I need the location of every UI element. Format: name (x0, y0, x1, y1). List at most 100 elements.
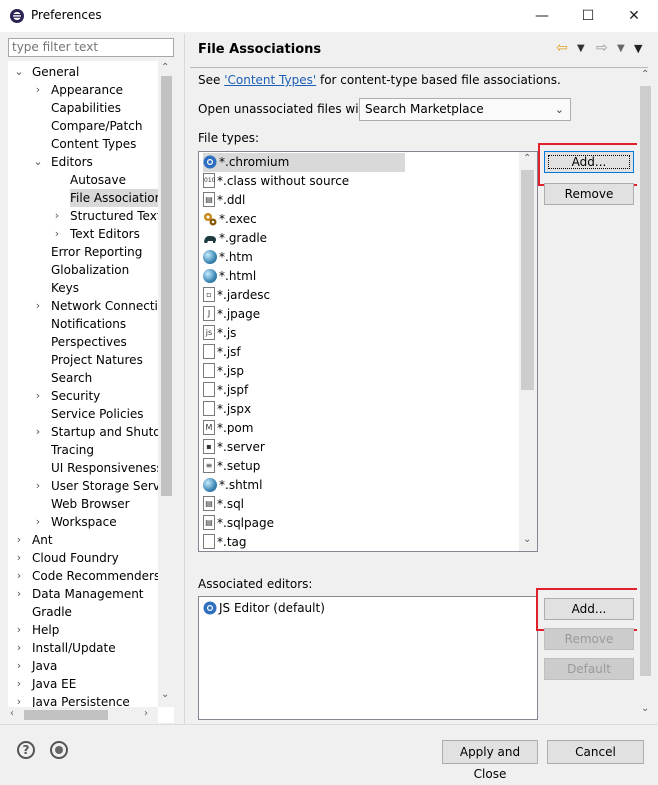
tree-item[interactable]: Gradle (32, 603, 76, 621)
expand-chevron-right-icon[interactable]: › (14, 585, 24, 603)
tree-item[interactable]: Perspectives (51, 333, 131, 351)
tree-item[interactable]: Ant (32, 531, 57, 549)
file-type-row[interactable]: M *.pom (203, 419, 253, 438)
tree-item[interactable]: Security (51, 387, 104, 405)
file-type-row[interactable]: ≡ *.setup (203, 457, 260, 476)
tree-item[interactable]: Project Natures (51, 351, 147, 369)
tree-item[interactable]: Java EE (32, 675, 80, 693)
tree-horizontal-scroll-thumb[interactable] (24, 710, 108, 720)
preferences-tree[interactable]: ⌄ General › Appearance Capabilities Compare/P… (8, 61, 174, 723)
scroll-right-arrow-icon[interactable]: › (144, 708, 148, 719)
file-type-row[interactable]: *.chromium (203, 153, 405, 172)
expand-chevron-right-icon[interactable]: › (33, 423, 43, 441)
forward-arrow-icon[interactable]: ⇨ (596, 40, 608, 56)
expand-chevron-down-icon[interactable]: ⌄ (33, 153, 43, 171)
tree-item[interactable]: Editors (51, 153, 97, 171)
tree-vertical-scroll-thumb[interactable] (161, 76, 172, 496)
minimize-button[interactable]: — (519, 4, 565, 28)
view-menu-icon[interactable]: ▼ (634, 42, 642, 55)
scroll-up-arrow-icon[interactable]: ⌃ (523, 153, 531, 164)
file-type-row[interactable]: js *.js (203, 324, 236, 343)
expand-chevron-right-icon[interactable]: › (33, 387, 43, 405)
tree-item[interactable]: Content Types (51, 135, 140, 153)
tree-item[interactable]: Startup and Shutdo (51, 423, 172, 441)
back-menu-chevron-icon[interactable]: ▼ (577, 43, 585, 54)
panel-divider[interactable] (184, 34, 185, 724)
tree-item[interactable]: Search (51, 369, 96, 387)
tree-item[interactable]: Help (32, 621, 63, 639)
tree-item[interactable]: Keys (51, 279, 83, 297)
tree-item[interactable]: Cloud Foundry (32, 549, 123, 567)
expand-chevron-right-icon[interactable]: › (14, 621, 24, 639)
file-type-row[interactable]: ▤ *.ddl (203, 191, 245, 210)
tree-item[interactable]: UI Responsiveness M (51, 459, 174, 477)
tree-item[interactable]: Tracing (51, 441, 98, 459)
scroll-left-arrow-icon[interactable]: ‹ (10, 708, 14, 719)
file-types-scroll-thumb[interactable] (521, 170, 534, 390)
file-type-row[interactable]: *.htm (203, 248, 253, 267)
expand-chevron-right-icon[interactable]: › (33, 477, 43, 495)
forward-menu-chevron-icon[interactable]: ▼ (617, 43, 625, 54)
tree-item[interactable]: User Storage Service (51, 477, 174, 495)
tree-item[interactable]: Autosave (70, 171, 130, 189)
tree-item[interactable]: Workspace (51, 513, 121, 531)
expand-chevron-right-icon[interactable]: › (33, 81, 43, 99)
expand-chevron-down-icon[interactable]: ⌄ (14, 63, 24, 81)
scroll-down-arrow-icon[interactable]: ⌄ (523, 534, 531, 545)
file-type-row[interactable]: 010 *.class without source (203, 172, 349, 191)
tree-item[interactable]: Data Management (32, 585, 148, 603)
filter-input[interactable] (8, 38, 174, 57)
apply-and-close-button[interactable]: Apply and Close (442, 740, 538, 781)
file-type-row[interactable]: *.jsf (203, 343, 241, 362)
expand-chevron-right-icon[interactable]: › (14, 639, 24, 657)
tree-item[interactable]: Notifications (51, 315, 130, 333)
content-types-link[interactable]: 'Content Types' (224, 73, 316, 87)
file-type-row[interactable]: *.jsp (203, 362, 244, 381)
remove-editor-button[interactable]: Remove (544, 628, 634, 650)
file-type-row[interactable]: *.jspx (203, 400, 251, 419)
maximize-button[interactable]: ☐ (565, 4, 611, 28)
file-type-row[interactable]: *.jspf (203, 381, 248, 400)
tree-item[interactable]: Compare/Patch (51, 117, 146, 135)
expand-chevron-right-icon[interactable]: › (14, 675, 24, 693)
open-unassociated-combo[interactable]: Search Marketplace ⌄ (359, 98, 571, 121)
default-editor-button[interactable]: Default (544, 658, 634, 680)
back-arrow-icon[interactable]: ⇦ (556, 40, 568, 56)
tree-item[interactable]: Java (32, 657, 61, 675)
file-types-list[interactable]: *.chromium 010 *.class without source ▤ *.dd… (198, 151, 538, 552)
scroll-down-arrow-icon[interactable]: ⌄ (161, 689, 169, 700)
expand-chevron-right-icon[interactable]: › (14, 549, 24, 567)
scroll-up-arrow-icon[interactable]: ⌃ (641, 69, 649, 80)
tree-item[interactable]: Text Editors (70, 225, 144, 243)
file-type-row[interactable]: *.html (203, 267, 256, 286)
file-type-row[interactable]: ▪ *.server (203, 438, 265, 457)
expand-chevron-right-icon[interactable]: › (33, 513, 43, 531)
tree-item[interactable]: Network Connection (51, 297, 174, 315)
scroll-down-arrow-icon[interactable]: ⌄ (641, 703, 649, 714)
expand-chevron-right-icon[interactable]: › (14, 531, 24, 549)
file-type-row[interactable]: *.gradle (203, 229, 267, 248)
editor-row[interactable]: JS Editor (default) (203, 599, 325, 618)
import-export-icon[interactable] (50, 741, 68, 759)
file-type-row[interactable]: ▫ *.jardesc (203, 286, 270, 305)
scroll-up-arrow-icon[interactable]: ⌃ (161, 62, 169, 73)
tree-item[interactable]: Appearance (51, 81, 127, 99)
page-scroll-thumb[interactable] (640, 86, 651, 676)
expand-chevron-right-icon[interactable]: › (52, 207, 62, 225)
file-type-row[interactable]: ▤ *.sql (203, 495, 244, 514)
expand-chevron-right-icon[interactable]: › (14, 567, 24, 585)
tree-item[interactable]: Error Reporting (51, 243, 146, 261)
associated-editors-list[interactable]: JS Editor (default) (198, 596, 538, 720)
tree-item[interactable]: Service Policies (51, 405, 148, 423)
close-button[interactable]: ✕ (611, 4, 657, 28)
expand-chevron-right-icon[interactable]: › (14, 657, 24, 675)
file-type-row[interactable]: *.tag (203, 533, 247, 551)
chevron-down-icon[interactable]: ⌄ (555, 99, 564, 120)
tree-item[interactable]: Install/Update (32, 639, 120, 657)
tree-item[interactable]: Globalization (51, 261, 133, 279)
tree-item[interactable]: Code Recommenders (32, 567, 164, 585)
tree-item[interactable]: Structured Text (70, 207, 166, 225)
help-icon[interactable]: ? (17, 741, 35, 759)
cancel-button[interactable]: Cancel (547, 740, 644, 764)
file-type-row[interactable]: ▤ *.sqlpage (203, 514, 274, 533)
